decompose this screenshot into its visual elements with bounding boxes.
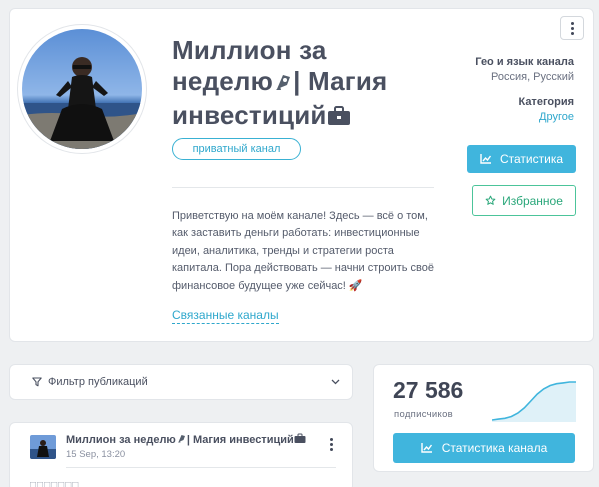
post-avatar [30, 435, 56, 459]
avatar-photo [22, 29, 142, 149]
geo-label: Гео и язык канала [475, 56, 574, 68]
channel-statistics-button-label: Статистика канала [441, 441, 548, 455]
filter-label: Фильтр публикаций [48, 376, 148, 388]
subscribers-sparkline [492, 381, 576, 422]
briefcase-icon [327, 103, 351, 134]
channel-statistics-button[interactable]: Статистика канала [393, 433, 575, 463]
vertical-dots-icon [570, 21, 574, 35]
post-card: Миллион за неделю | Магия инвестиций 15 S… [9, 422, 353, 487]
publications-filter[interactable]: Фильтр публикаций [9, 364, 353, 400]
sparkline-area [492, 382, 576, 422]
chart-line-icon [421, 443, 432, 453]
star-icon [485, 195, 496, 205]
chevron-down-icon [331, 379, 340, 385]
vertical-dots-icon [330, 438, 333, 451]
filter-icon [32, 377, 42, 387]
statistics-button[interactable]: Статистика [467, 145, 576, 173]
geo-value: Россия, Русский [491, 71, 574, 83]
category-link[interactable]: Другое [539, 111, 574, 123]
rocket-icon [177, 435, 185, 443]
more-options-button[interactable] [560, 16, 584, 40]
briefcase-icon [294, 433, 306, 443]
channel-description: Приветствую на моём канале! Здесь — всё … [172, 210, 434, 292]
channel-card: Миллион за неделю | Магия инвестиций прив… [9, 8, 594, 342]
subscribers-count: 27 586 [393, 377, 464, 403]
statistics-button-label: Статистика [499, 152, 564, 166]
subscribers-label: подписчиков [394, 409, 454, 420]
subscribers-card: 27 586 подписчиков Статистика канала [373, 364, 594, 472]
channel-avatar [18, 25, 146, 153]
private-channel-badge: приватный канал [172, 138, 301, 160]
divider [172, 187, 434, 188]
favorite-button-label: Избранное [502, 193, 563, 208]
post-divider [66, 467, 336, 468]
post-date: 15 Sep, 13:20 [66, 449, 126, 460]
post-text: □□□□□□□ [30, 480, 80, 487]
chart-line-icon [480, 154, 492, 164]
post-title: Миллион за неделю | Магия инвестиций [66, 433, 306, 446]
favorite-button[interactable]: Избранное [472, 185, 576, 216]
rocket-icon [273, 69, 293, 100]
channel-title: Миллион за неделю | Магия инвестиций [172, 35, 402, 134]
category-label: Категория [518, 96, 574, 108]
post-options-button[interactable] [330, 438, 333, 451]
related-channels-link[interactable]: Связанные каналы [172, 308, 279, 324]
